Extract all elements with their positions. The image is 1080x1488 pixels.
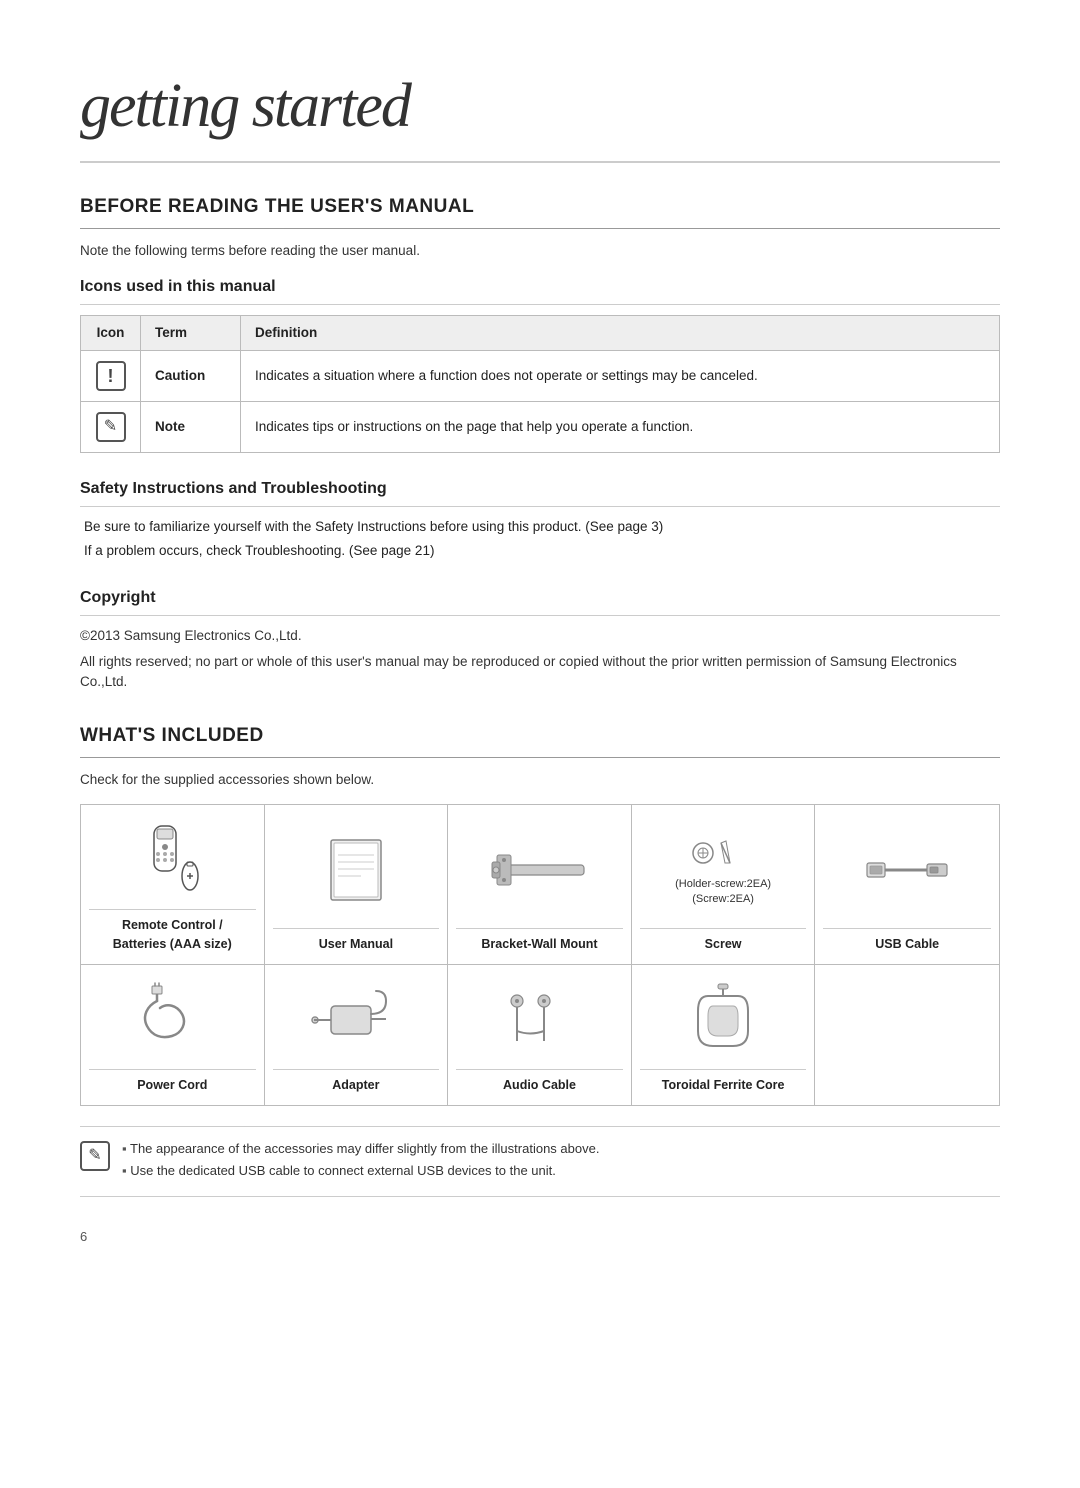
before-reading-heading: BEFORE READING THE USER'S MANUAL	[80, 193, 1000, 229]
manual-label: User Manual	[273, 928, 440, 954]
bracket-label: Bracket-Wall Mount	[456, 928, 623, 954]
accessory-audiocable: Audio Cable	[448, 965, 632, 1105]
before-reading-section: BEFORE READING THE USER'S MANUAL Note th…	[80, 193, 1000, 692]
icons-heading: Icons used in this manual	[80, 275, 1000, 305]
page-title: getting started	[80, 60, 1000, 163]
note-definition: Indicates tips or instructions on the pa…	[241, 402, 1000, 453]
accessory-ferrite: Toroidal Ferrite Core	[632, 965, 816, 1105]
screw-label: Screw	[640, 928, 807, 954]
accessory-remote: Remote Control /Batteries (AAA size)	[81, 805, 265, 965]
caution-icon: !	[96, 361, 126, 391]
list-item: If a problem occurs, check Troubleshooti…	[80, 541, 1000, 561]
manual-illustration	[273, 821, 440, 920]
note-icon-cell: ✎	[81, 402, 141, 453]
safety-heading: Safety Instructions and Troubleshooting	[80, 477, 1000, 507]
note-line-1: The appearance of the accessories may di…	[122, 1139, 599, 1160]
copyright-line-2: All rights reserved; no part or whole of…	[80, 652, 1000, 693]
whats-included-section: WHAT'S INCLUDED Check for the supplied a…	[80, 722, 1000, 1197]
remote-label: Remote Control /Batteries (AAA size)	[89, 909, 256, 954]
note-icon: ✎	[96, 412, 126, 442]
adapter-label: Adapter	[273, 1069, 440, 1095]
icons-section: Icons used in this manual Icon Term Defi…	[80, 275, 1000, 453]
accessories-grid: Remote Control /Batteries (AAA size) Use…	[80, 804, 1000, 1106]
bottom-notes: ✎ The appearance of the accessories may …	[80, 1126, 1000, 1198]
list-item: Be sure to familiarize yourself with the…	[80, 517, 1000, 537]
col-term: Term	[141, 315, 241, 350]
audiocable-label: Audio Cable	[456, 1069, 623, 1095]
caution-term: Caution	[141, 351, 241, 402]
safety-section: Safety Instructions and Troubleshooting …	[80, 477, 1000, 562]
table-row: ! Caution Indicates a situation where a …	[81, 351, 1000, 402]
audiocable-illustration	[456, 981, 623, 1061]
copyright-section: Copyright ©2013 Samsung Electronics Co.,…	[80, 586, 1000, 693]
ferrite-illustration	[640, 981, 807, 1061]
accessories-intro: Check for the supplied accessories shown…	[80, 770, 1000, 790]
screw-illustration: (Holder-screw:2EA) (Screw:2EA)	[640, 821, 807, 920]
caution-definition: Indicates a situation where a function d…	[241, 351, 1000, 402]
accessory-powercord: Power Cord	[81, 965, 265, 1105]
usb-illustration	[823, 821, 991, 920]
accessory-empty	[815, 965, 999, 1105]
col-definition: Definition	[241, 315, 1000, 350]
accessory-screw: (Holder-screw:2EA) (Screw:2EA) Screw	[632, 805, 816, 965]
screw-info: (Holder-screw:2EA) (Screw:2EA)	[675, 833, 771, 908]
safety-list: Be sure to familiarize yourself with the…	[80, 517, 1000, 562]
bracket-illustration	[456, 821, 623, 920]
adapter-illustration	[273, 981, 440, 1061]
accessory-bracket: Bracket-Wall Mount	[448, 805, 632, 965]
notes-text: The appearance of the accessories may di…	[122, 1139, 599, 1185]
table-row: ✎ Note Indicates tips or instructions on…	[81, 402, 1000, 453]
whats-included-heading: WHAT'S INCLUDED	[80, 722, 1000, 758]
note-term: Note	[141, 402, 241, 453]
usb-label: USB Cable	[823, 928, 991, 954]
accessory-adapter: Adapter	[265, 965, 449, 1105]
remote-illustration	[89, 821, 256, 901]
icons-table: Icon Term Definition ! Caution Indicates…	[80, 315, 1000, 453]
col-icon: Icon	[81, 315, 141, 350]
note-line-2: Use the dedicated USB cable to connect e…	[122, 1161, 599, 1182]
accessory-usb: USB Cable	[815, 805, 999, 965]
copyright-heading: Copyright	[80, 586, 1000, 616]
page-number: 6	[80, 1227, 1000, 1247]
powercord-illustration	[89, 981, 256, 1061]
ferrite-label: Toroidal Ferrite Core	[640, 1069, 807, 1095]
before-reading-intro: Note the following terms before reading …	[80, 241, 1000, 261]
accessory-manual: User Manual	[265, 805, 449, 965]
caution-icon-cell: !	[81, 351, 141, 402]
copyright-line-1: ©2013 Samsung Electronics Co.,Ltd.	[80, 626, 1000, 646]
note-icon-bottom: ✎	[80, 1141, 110, 1171]
powercord-label: Power Cord	[89, 1069, 256, 1095]
